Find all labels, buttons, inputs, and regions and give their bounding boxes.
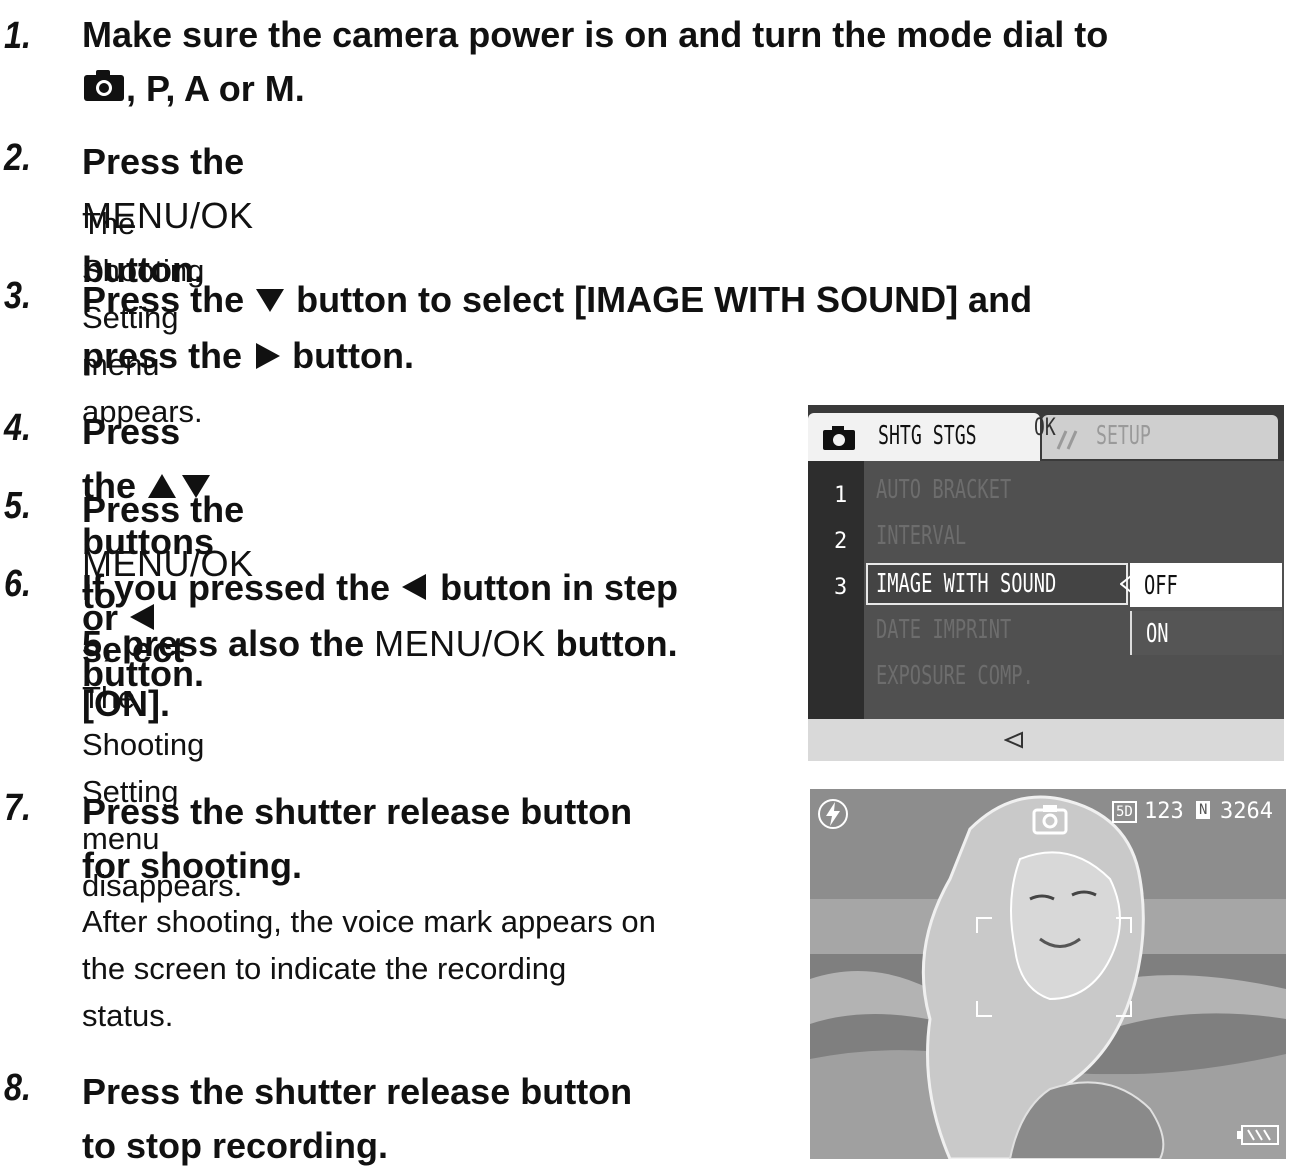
down-arrow-icon — [254, 275, 286, 329]
voice-recording-camera-icon — [1032, 803, 1068, 840]
right-arrow-icon — [252, 332, 282, 386]
menu-item-date-imprint[interactable]: DATE IMPRINT — [876, 615, 1011, 645]
left-arrow-icon — [400, 563, 430, 617]
menu-footer — [808, 719, 1284, 761]
step-title: Press the shutter release button to stop… — [82, 1065, 782, 1173]
menu-item-image-with-sound[interactable]: IMAGE WITH SOUND — [876, 569, 1056, 599]
camera-menu-screen: SHTG STGS SETUP 1 2 3 AUTO BRACKET INTER… — [808, 405, 1284, 761]
af-frame-corner — [1116, 917, 1132, 933]
footer-ok-label: OK — [1034, 413, 1056, 441]
menu-ok-label: MENU/OK — [374, 623, 546, 665]
step-number: 4. — [4, 407, 31, 449]
step-number: 7. — [4, 787, 31, 829]
af-frame-corner — [1116, 1001, 1132, 1017]
step-title-line: , P, A or M. — [82, 62, 1289, 118]
step-title: Make sure the camera power is on and tur… — [82, 8, 1289, 118]
step-number: 1. — [4, 15, 31, 57]
step-title: Press the shutter release button for sho… — [82, 785, 782, 893]
step-number: 2. — [4, 137, 31, 179]
image-size-badge: N — [1196, 801, 1211, 819]
option-on[interactable]: ON — [1130, 611, 1282, 655]
remaining-shots: 3264 — [1220, 799, 1273, 824]
page-number: 2 — [834, 529, 848, 554]
step-number: 6. — [4, 563, 31, 605]
step-title-line: for shooting. — [82, 845, 302, 886]
step-title: Press the button to select [IMAGE WITH S… — [82, 273, 1282, 386]
menu-item-interval[interactable]: INTERVAL — [876, 521, 966, 551]
menu-item-auto-bracket[interactable]: AUTO BRACKET — [876, 475, 1011, 505]
step-number: 8. — [4, 1067, 31, 1109]
af-frame-corner — [976, 1001, 992, 1017]
af-frame-corner — [976, 917, 992, 933]
tab-active-label: SHTG STGS — [878, 421, 977, 451]
flash-auto-icon — [816, 797, 850, 836]
step-number: 5. — [4, 485, 31, 527]
quality-value: 123 — [1144, 799, 1184, 824]
menu-item-exposure-comp[interactable]: EXPOSURE COMP. — [876, 661, 1034, 691]
step-title-line: press the button. — [82, 329, 1282, 385]
step-title-line: Press the shutter release button — [82, 791, 633, 832]
step-title-line: Press the button to select [IMAGE WITH S… — [82, 273, 1282, 329]
step-title-line: 5, press also the MENU/OK button. — [82, 623, 678, 665]
step-title-line: Press the shutter release button — [82, 1071, 633, 1112]
option-off[interactable]: OFF — [1130, 563, 1282, 607]
tab-inactive-label: SETUP — [1096, 421, 1151, 451]
battery-icon — [1236, 1123, 1280, 1152]
camera-icon — [82, 64, 126, 118]
left-arrow-icon — [1003, 731, 1024, 754]
setup-wrench-icon — [1054, 427, 1084, 456]
step-title-line: Make sure the camera power is on and tur… — [82, 14, 1109, 55]
camera-icon — [822, 425, 856, 456]
page-number: 1 — [834, 483, 848, 508]
step-title: If you pressed the button in step 5, pre… — [82, 561, 802, 671]
step-number: 3. — [4, 275, 31, 317]
quality-badge: 5D — [1112, 801, 1137, 823]
camera-live-view-screen: 5D 123 N 3264 — [808, 789, 1286, 1159]
step-title-line: If you pressed the button in step — [82, 561, 802, 617]
scene-illustration — [810, 789, 1286, 1159]
step-description: After shooting, the voice mark appears o… — [82, 904, 656, 1033]
step-title-line: to stop recording. — [82, 1125, 388, 1166]
page-number: 3 — [834, 575, 848, 600]
